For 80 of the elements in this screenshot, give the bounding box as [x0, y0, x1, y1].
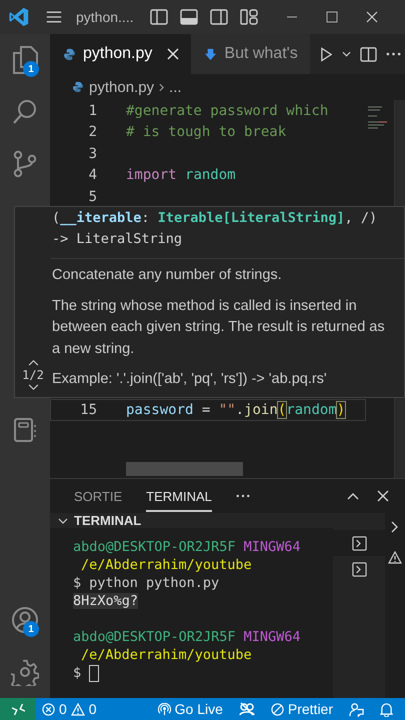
status-item[interactable]: Go Live	[152, 701, 229, 717]
panel-tab[interactable]: SORTIE	[74, 480, 122, 512]
line-number: 4	[88, 167, 97, 184]
terminal-icon[interactable]	[352, 562, 366, 576]
blocked-icon	[270, 702, 284, 716]
close-icon[interactable]	[377, 490, 389, 502]
terminal-command: python python.py	[89, 575, 220, 591]
files-icon[interactable]	[12, 46, 38, 74]
panel-toggle-icon[interactable]	[180, 9, 198, 25]
status-item[interactable]: Prettier	[264, 701, 339, 717]
remote-icon	[12, 702, 24, 716]
python-icon	[63, 48, 76, 60]
vscode-logo-icon[interactable]	[8, 6, 30, 28]
line-number: 2	[88, 124, 97, 140]
signature-line: (__iterable: Iterable[LiteralString], /)	[52, 210, 378, 228]
run-icon[interactable]	[320, 46, 333, 62]
problems-button[interactable]: 0 0	[36, 701, 103, 717]
notebook-icon[interactable]	[13, 417, 37, 443]
close-icon[interactable]	[167, 48, 180, 60]
cursor-icon	[89, 664, 100, 682]
layout-icon[interactable]	[240, 9, 258, 25]
terminal-prompt: $	[73, 665, 82, 681]
chevron-right-icon[interactable]	[391, 521, 399, 533]
close-icon[interactable]	[366, 11, 378, 23]
chevron-down-icon[interactable]	[342, 51, 351, 57]
terminal-path: /e/Abderrahim/youtube	[81, 647, 252, 663]
error-icon	[42, 702, 55, 716]
arrow-down-icon	[204, 48, 218, 60]
doc-text: Example: '.'.join(['ab', 'pq', 'rs']) -> 'ab.pq.rs'	[52, 370, 328, 389]
doc-text: Concatenate any number of strings.	[52, 266, 283, 285]
chevron-down-icon[interactable]	[28, 384, 38, 391]
split-editor-icon[interactable]	[360, 46, 377, 62]
code-line: password = "".join(random)	[126, 402, 346, 418]
broadcast-icon	[158, 702, 171, 716]
terminal-host: MINGW64	[244, 539, 300, 555]
breadcrumb-item[interactable]: ...	[169, 78, 182, 96]
line-number: 15	[79, 402, 97, 418]
breadcrumb-item[interactable]: python.py	[89, 78, 154, 96]
section-header[interactable]: TERMINAL	[50, 513, 385, 528]
terminal-output: 8HzXo%g?	[73, 593, 138, 609]
sidebar-toggle-icon[interactable]	[150, 9, 168, 25]
maximize-icon[interactable]	[326, 11, 338, 23]
window-title: python....	[76, 9, 134, 25]
doc-text: The string whose method is called is inserted in between each given string. The result is returned as a new string.	[52, 296, 386, 358]
account-icon[interactable]	[11, 606, 39, 634]
remote-button[interactable]	[0, 698, 36, 720]
chevron-down-icon	[58, 518, 68, 524]
more-icon[interactable]	[236, 494, 250, 498]
chevron-up-icon[interactable]	[28, 359, 38, 366]
line-number: 1	[88, 102, 97, 119]
chevron-right-icon	[159, 82, 164, 92]
terminal-icon[interactable]	[352, 536, 366, 550]
signature-line: -> LiteralString	[52, 231, 184, 249]
more-icon[interactable]	[386, 52, 401, 56]
menu-icon[interactable]	[44, 9, 64, 25]
warning-icon[interactable]	[388, 551, 402, 564]
source-control-icon[interactable]	[13, 150, 37, 178]
section-title: TERMINAL	[74, 513, 142, 528]
editor-tab[interactable]: python.py	[50, 34, 192, 74]
terminal-host: MINGW64	[244, 629, 300, 645]
terminal-user: abdo@DESKTOP-OR2JR5F	[73, 629, 236, 645]
editor-tab[interactable]: But what's	[191, 34, 310, 74]
terminal-prompt: $	[73, 575, 82, 591]
count-badge: 1	[23, 621, 39, 637]
terminal-user: abdo@DESKTOP-OR2JR5F	[73, 539, 236, 555]
chevron-up-icon[interactable]	[347, 492, 359, 500]
code-line: #generate password which	[126, 102, 328, 119]
settings-icon[interactable]	[11, 658, 39, 686]
code-line: # is tough to break	[126, 124, 286, 140]
search-icon[interactable]	[12, 99, 38, 125]
page-indicator: 1/2	[22, 368, 44, 382]
line-number: 5	[88, 188, 97, 205]
warning-icon	[70, 702, 85, 716]
code-line: import random	[126, 167, 236, 184]
python-icon	[72, 81, 84, 93]
count-badge: 1	[23, 61, 39, 77]
line-number: 3	[88, 146, 97, 162]
terminal-path: /e/Abderrahim/youtube	[81, 557, 252, 573]
secondary-sidebar-icon[interactable]	[210, 9, 228, 25]
scrollbar-thumb[interactable]	[126, 462, 243, 476]
